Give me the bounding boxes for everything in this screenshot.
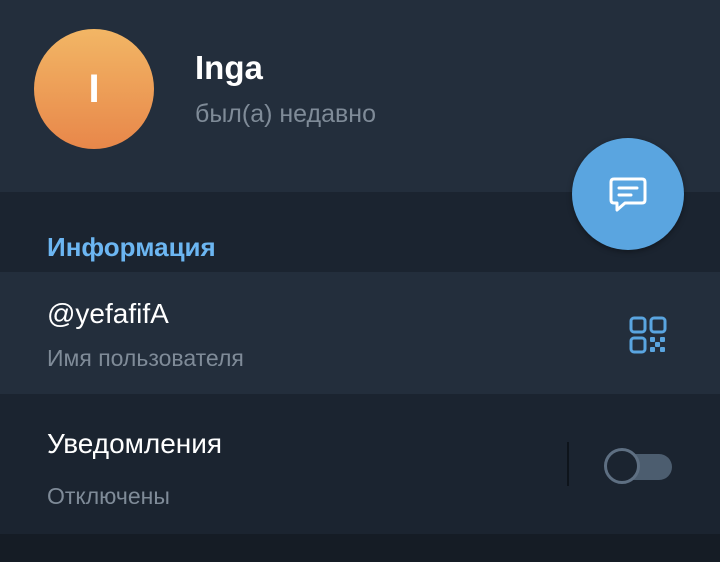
- notifications-label: Уведомления: [47, 428, 223, 459]
- username-row[interactable]: @yefafifA Имя пользователя: [0, 272, 720, 394]
- send-message-button[interactable]: [572, 138, 684, 250]
- username-value: @yefafifA: [47, 298, 169, 329]
- row-divider: [567, 442, 569, 486]
- section-title: Информация: [47, 232, 216, 262]
- profile-name: Inga: [195, 49, 263, 86]
- qr-code-icon[interactable]: [628, 315, 668, 355]
- avatar[interactable]: I: [34, 29, 154, 149]
- avatar-initial: I: [88, 66, 100, 111]
- message-icon: [609, 177, 647, 212]
- bottom-divider: [0, 534, 720, 562]
- notifications-row[interactable]: Уведомления Отключены: [0, 394, 720, 534]
- username-caption: Имя пользователя: [47, 345, 244, 371]
- profile-status: был(а) недавно: [195, 100, 377, 128]
- notifications-status: Отключены: [47, 483, 170, 509]
- toggle-knob: [604, 448, 640, 484]
- notifications-toggle[interactable]: [604, 448, 672, 484]
